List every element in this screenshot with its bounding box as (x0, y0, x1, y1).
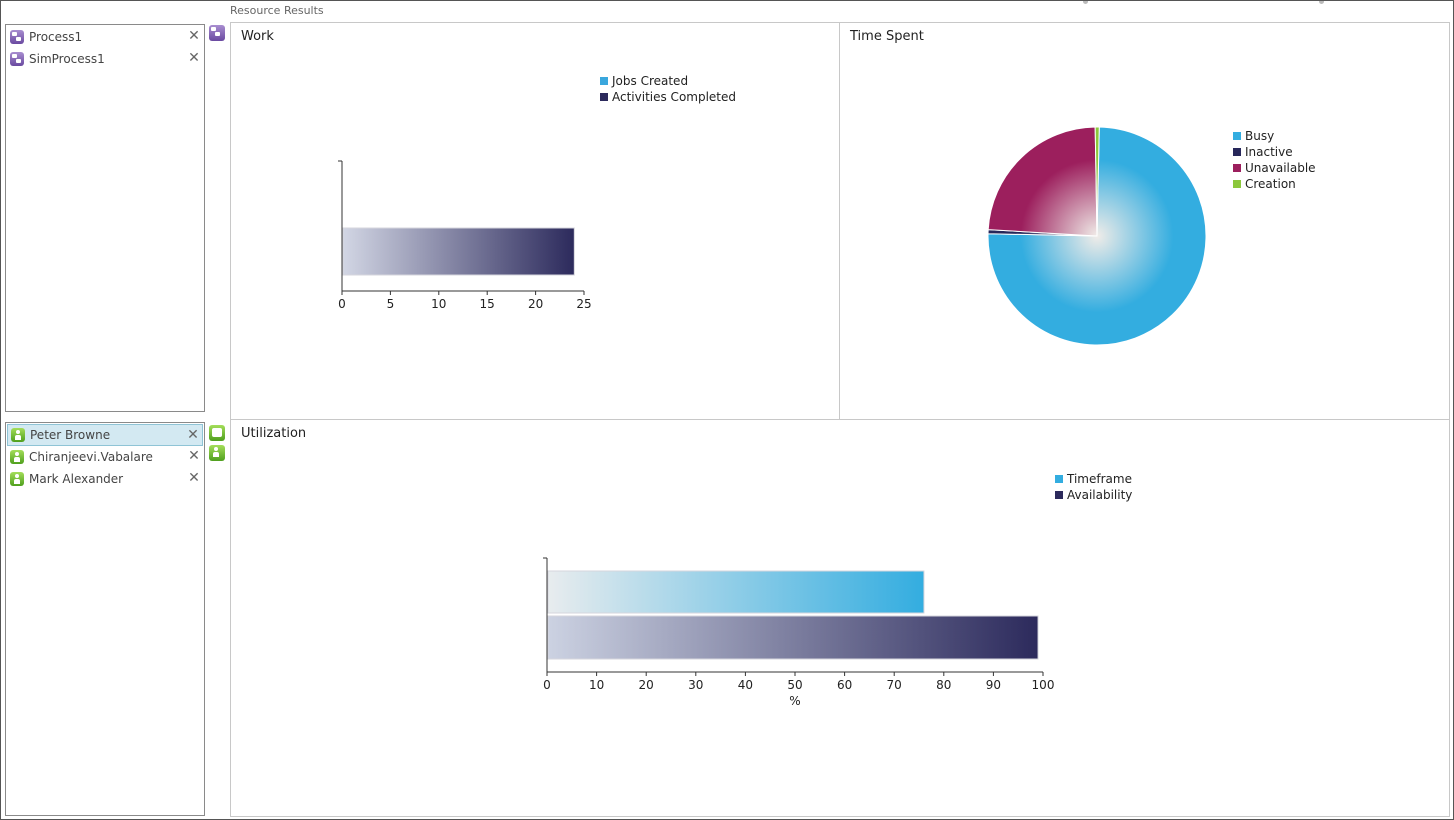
remove-process-icon[interactable]: ✕ (188, 51, 200, 65)
resource-item[interactable]: Peter Browne ✕ (7, 424, 203, 446)
legend-item: Activities Completed (600, 90, 736, 104)
x-tick-label: 10 (589, 678, 604, 692)
x-tick-label: 5 (387, 297, 395, 311)
x-axis-label: % (789, 694, 800, 708)
chart-title: Work (241, 29, 274, 44)
chart-title: Utilization (241, 426, 307, 441)
bar-availability (547, 615, 1039, 660)
x-tick-label: 30 (688, 678, 703, 692)
legend-label: Jobs Created (611, 74, 688, 88)
remove-resource-icon[interactable]: ✕ (188, 471, 200, 485)
add-resource-group-icon[interactable] (209, 425, 225, 441)
legend-swatch (1055, 475, 1063, 483)
legend-item: Jobs Created (600, 74, 688, 88)
legend-swatch (1233, 164, 1241, 172)
bar-timeframe (547, 570, 925, 614)
process-item-label: SimProcess1 (29, 52, 105, 66)
window-handle-dot (1083, 1, 1088, 4)
legend-swatch (600, 77, 608, 85)
resource-list: Peter Browne ✕ Chiranjeevi.Vabalare ✕ Ma… (5, 422, 205, 816)
legend-label: Inactive (1245, 145, 1293, 159)
x-tick-label: 50 (787, 678, 802, 692)
resource-item-label: Mark Alexander (29, 472, 124, 486)
x-tick-label: 40 (738, 678, 753, 692)
x-tick-label: 20 (639, 678, 654, 692)
resource-icon (10, 450, 24, 464)
utilization-chart: 0 10 20 30 40 50 60 70 80 90 100% Timeframe Availabi… (543, 472, 1132, 708)
resource-icon (11, 428, 25, 442)
utilization-chart-panel: Utilization 0 10 20 30 40 50 60 70 80 90 100% Timef… (230, 419, 1450, 817)
x-tick-label: 15 (480, 297, 495, 311)
x-tick-label: 70 (887, 678, 902, 692)
legend-item: Unavailable (1233, 161, 1316, 175)
app-title: Resource Results (230, 4, 324, 17)
app-window: Resource Results Process1 ✕ SimProcess1 … (0, 0, 1454, 820)
legend-item: Timeframe (1055, 472, 1132, 486)
x-tick-label: 90 (986, 678, 1001, 692)
resource-item[interactable]: Mark Alexander ✕ (7, 468, 203, 490)
process-item-label: Process1 (29, 30, 83, 44)
resource-icon (10, 472, 24, 486)
process-icon (10, 30, 24, 44)
resource-item-label: Peter Browne (30, 428, 111, 442)
legend-swatch (1055, 491, 1063, 499)
x-tick-label: 10 (431, 297, 446, 311)
legend-swatch (1233, 180, 1241, 188)
work-chart-panel: Work 0 5 10 15 20 25 Jobs Created Activities Co… (230, 22, 840, 420)
x-tick-label: 25 (576, 297, 591, 311)
work-chart: 0 5 10 15 20 25 Jobs Created Activities Complet… (338, 74, 736, 311)
pie-slice-unavailable (987, 126, 1098, 237)
legend-item: Creation (1233, 177, 1296, 191)
legend-label: Busy (1245, 129, 1274, 143)
process-item[interactable]: SimProcess1 ✕ (7, 48, 203, 70)
window-handle-dot (1319, 1, 1324, 4)
x-tick-label: 20 (528, 297, 543, 311)
legend-label: Activities Completed (612, 90, 736, 104)
time-spent-chart-panel: Time Spent Busy Inactive Unavailable Creati… (839, 22, 1450, 420)
x-tick-label: 0 (543, 678, 551, 692)
process-list: Process1 ✕ SimProcess1 ✕ (5, 24, 205, 412)
x-tick-label: 80 (936, 678, 951, 692)
legend-label: Unavailable (1245, 161, 1316, 175)
add-process-icon[interactable] (209, 25, 225, 41)
legend-swatch (600, 93, 608, 101)
legend-item: Inactive (1233, 145, 1293, 159)
x-tick-label: 60 (837, 678, 852, 692)
legend-item: Availability (1055, 488, 1132, 502)
remove-resource-icon[interactable]: ✕ (188, 449, 200, 463)
bar-activities-completed (342, 227, 575, 276)
resource-item[interactable]: Chiranjeevi.Vabalare ✕ (7, 446, 203, 468)
legend-label: Timeframe (1066, 472, 1132, 486)
time-spent-chart: Busy Inactive Unavailable Creation (987, 126, 1316, 346)
process-icon (10, 52, 24, 66)
legend-item: Busy (1233, 129, 1274, 143)
add-resource-icon[interactable] (209, 445, 225, 461)
legend-swatch (1233, 148, 1241, 156)
x-tick-label: 0 (338, 297, 346, 311)
resource-item-label: Chiranjeevi.Vabalare (29, 450, 153, 464)
legend-swatch (1233, 132, 1241, 140)
legend-label: Availability (1067, 488, 1132, 502)
legend-label: Creation (1245, 177, 1296, 191)
remove-resource-icon[interactable]: ✕ (187, 428, 199, 442)
chart-title: Time Spent (850, 29, 924, 44)
remove-process-icon[interactable]: ✕ (188, 29, 200, 43)
process-item[interactable]: Process1 ✕ (7, 26, 203, 48)
x-tick-label: 100 (1032, 678, 1055, 692)
